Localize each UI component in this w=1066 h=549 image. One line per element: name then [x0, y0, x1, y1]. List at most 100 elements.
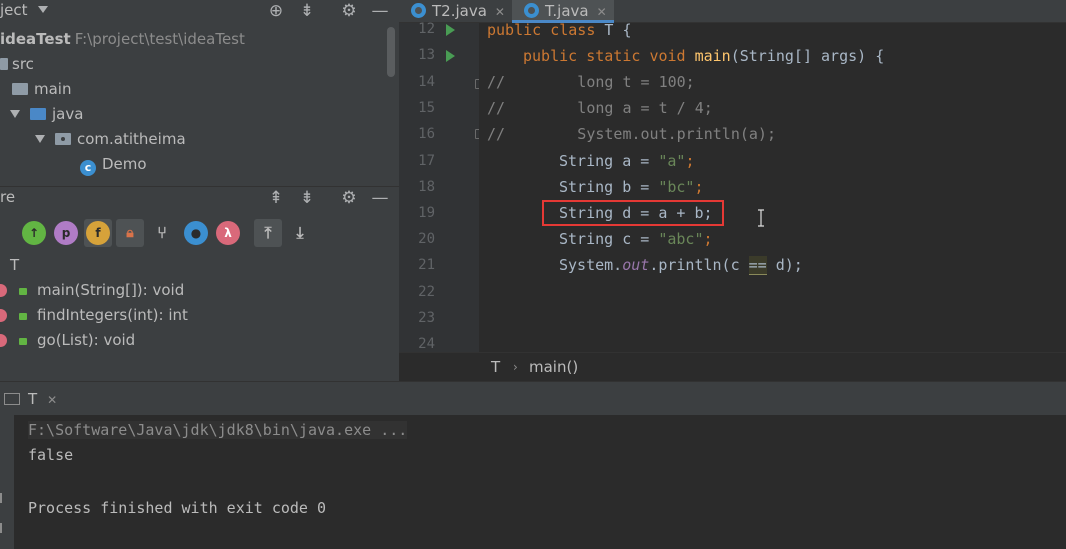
- tree-item-label: main: [34, 80, 72, 98]
- line-number: 18: [418, 179, 435, 195]
- collapse-all-icon[interactable]: ⇟: [296, 187, 318, 209]
- close-icon[interactable]: ✕: [47, 393, 57, 407]
- tree-item-package[interactable]: com.atitheima: [35, 127, 186, 152]
- project-panel-header: ject ⊕ ⇟ ⚙ —: [0, 0, 399, 23]
- line-number: 20: [418, 231, 435, 247]
- run-tab[interactable]: T ✕: [0, 388, 57, 410]
- line-number: 14: [418, 74, 435, 90]
- line-number: 13: [418, 47, 435, 63]
- text-cursor-icon: [758, 209, 764, 227]
- public-lock-icon: [19, 313, 27, 320]
- method-icon: [0, 284, 7, 297]
- lock-icon[interactable]: 🔒︎: [118, 221, 142, 245]
- tree-root-name: ideaTest: [0, 30, 71, 48]
- toolbar-edge-icon[interactable]: [0, 493, 6, 503]
- method-icon: [0, 309, 7, 322]
- tree-item-label: com.atitheima: [77, 130, 186, 148]
- code-line-16: // System.out.println(a);: [487, 125, 776, 143]
- line-number: 19: [418, 205, 435, 221]
- editor-gutter[interactable]: 12 13 14 15 16 17 18 19 20 21 22 23 24: [399, 21, 479, 352]
- line-number: 15: [418, 100, 435, 116]
- toolbar-edge-icon[interactable]: [0, 523, 6, 533]
- line-number: 24: [418, 336, 435, 352]
- folder-icon: [0, 58, 8, 70]
- console-icon: [4, 393, 20, 405]
- tree-root[interactable]: ideaTest F:\project\test\ideaTest: [0, 27, 245, 52]
- public-lock-icon: [19, 338, 27, 345]
- structure-panel-title: re: [0, 188, 16, 206]
- breadcrumb-class[interactable]: T: [491, 353, 500, 382]
- structure-member[interactable]: main(String[]): void: [0, 278, 184, 303]
- autoscroll-from-source-icon[interactable]: ⤓: [288, 221, 312, 245]
- show-inherited-icon[interactable]: ↑: [22, 221, 46, 245]
- line-number: 12: [418, 21, 435, 37]
- project-panel-title: ject: [0, 1, 28, 19]
- structure-panel-header: re ⇞ ⇟ ⚙ —: [0, 186, 399, 209]
- structure-class-node[interactable]: T: [10, 253, 19, 278]
- gear-icon[interactable]: ⚙: [338, 187, 360, 209]
- project-view-dropdown-icon[interactable]: [38, 6, 48, 13]
- gear-icon[interactable]: ⚙: [338, 0, 360, 22]
- run-tab-label: T: [28, 390, 38, 408]
- locate-icon[interactable]: ⊕: [265, 0, 287, 22]
- console-exit-message: Process finished with exit code 0: [28, 499, 327, 517]
- public-lock-icon: [19, 288, 27, 295]
- project-scrollbar[interactable]: [387, 27, 395, 77]
- structure-member[interactable]: go(List): void: [0, 328, 135, 353]
- tree-item-label: java: [52, 105, 84, 123]
- run-main-icon[interactable]: [446, 50, 455, 62]
- structure-member-label: main(String[]): void: [37, 281, 185, 299]
- show-lambdas-icon[interactable]: λ: [216, 221, 240, 245]
- structure-class-name: T: [10, 256, 20, 274]
- line-number: 17: [418, 153, 435, 169]
- line-number: 22: [418, 284, 435, 300]
- run-side-toolbar: [0, 415, 14, 549]
- line-number: 16: [418, 126, 435, 142]
- console-output: false: [28, 446, 74, 464]
- structure-member-label: findIntegers(int): int: [37, 306, 188, 324]
- tree-item-main[interactable]: main: [12, 77, 71, 102]
- code-line-12: public class T {: [487, 21, 632, 39]
- code-line-21: System.out.println(c == d);: [559, 256, 803, 275]
- structure-member-label: go(List): void: [37, 331, 136, 349]
- structure-toolbar: ↑ p f 🔒︎ ⑂ ● λ ⤒ ⤓: [0, 219, 399, 249]
- show-fields-icon[interactable]: f: [86, 221, 110, 245]
- show-anonymous-icon[interactable]: ●: [184, 221, 208, 245]
- line-number: 23: [418, 310, 435, 326]
- hierarchy-icon[interactable]: ⑂: [150, 221, 174, 245]
- code-editor[interactable]: public class T { public static void main…: [479, 21, 1066, 352]
- tree-item-label: Demo: [102, 155, 147, 173]
- console-command[interactable]: F:\Software\Java\jdk\jdk8\bin\java.exe .…: [28, 421, 408, 439]
- breadcrumb-separator: ›: [513, 360, 518, 374]
- collapse-all-icon[interactable]: ⇟: [296, 0, 318, 22]
- run-console[interactable]: F:\Software\Java\jdk\jdk8\bin\java.exe .…: [14, 415, 1066, 549]
- breadcrumb-method[interactable]: main(): [529, 353, 578, 382]
- class-icon: c: [80, 160, 96, 176]
- left-tool-window: ject ⊕ ⇟ ⚙ — ideaTest F:\project\test\ide…: [0, 0, 399, 381]
- code-line-20: String c = "abc";: [559, 230, 713, 248]
- autoscroll-to-source-icon[interactable]: ⤒: [256, 221, 280, 245]
- expand-arrow-icon[interactable]: [10, 110, 20, 118]
- tree-item-demo[interactable]: c Demo: [80, 152, 147, 177]
- tree-item-java[interactable]: java: [10, 102, 83, 127]
- hide-icon[interactable]: —: [369, 187, 391, 209]
- method-icon: [0, 334, 7, 347]
- folder-icon: [12, 83, 28, 95]
- source-folder-icon: [30, 108, 46, 120]
- hide-icon[interactable]: —: [369, 0, 391, 22]
- show-properties-icon[interactable]: p: [54, 221, 78, 245]
- expand-all-icon[interactable]: ⇞: [265, 187, 287, 209]
- highlight-box: [542, 200, 724, 226]
- editor-breadcrumb: T › main(): [399, 352, 1066, 381]
- package-icon: [55, 133, 71, 145]
- java-class-icon: [524, 3, 539, 18]
- expand-arrow-icon[interactable]: [35, 135, 45, 143]
- run-panel-header: T ✕: [0, 381, 1066, 415]
- code-line-13: public static void main(String[] args) {: [523, 47, 885, 65]
- structure-member[interactable]: findIntegers(int): int: [0, 303, 188, 328]
- tree-root-path: F:\project\test\ideaTest: [74, 30, 245, 48]
- run-class-icon[interactable]: [446, 24, 455, 36]
- java-class-icon: [411, 3, 426, 18]
- tree-item-label: src: [12, 55, 34, 73]
- tree-item-src[interactable]: src: [0, 52, 34, 77]
